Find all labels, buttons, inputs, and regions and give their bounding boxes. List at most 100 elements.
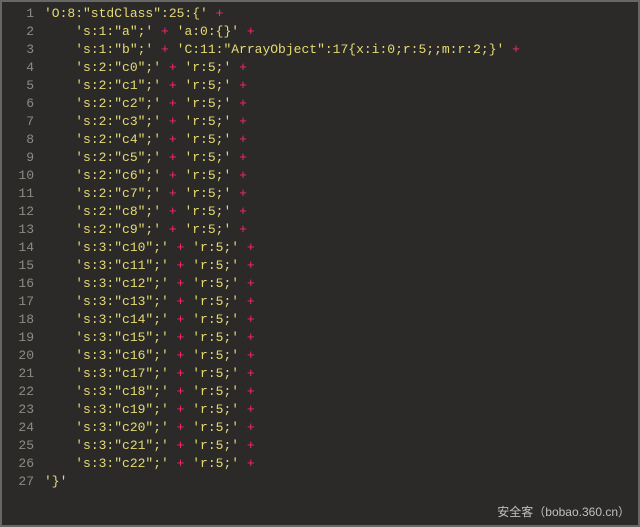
code-content: 's:3:"c22";' + 'r:5;' +	[44, 455, 638, 473]
code-content: 's:2:"c3";' + 'r:5;' +	[44, 113, 638, 131]
concat-operator: +	[169, 258, 192, 273]
code-content: 's:2:"c6";' + 'r:5;' +	[44, 167, 638, 185]
code-line: 12 's:2:"c8";' + 'r:5;' +	[2, 203, 638, 221]
code-line: 27'}'	[2, 473, 638, 491]
concat-operator: +	[239, 420, 262, 435]
string-literal: 'r:5;'	[192, 294, 239, 309]
code-body: 1'O:8:"stdClass":25:{' + 2 's:1:"a";' + …	[2, 5, 638, 491]
concat-operator: +	[169, 240, 192, 255]
string-literal: 'r:5;'	[184, 150, 231, 165]
string-literal: 's:3:"c22";'	[75, 456, 169, 471]
code-content: 's:3:"c20";' + 'r:5;' +	[44, 419, 638, 437]
code-line: 21 's:3:"c17";' + 'r:5;' +	[2, 365, 638, 383]
code-line: 1'O:8:"stdClass":25:{' +	[2, 5, 638, 23]
code-content: 's:3:"c10";' + 'r:5;' +	[44, 239, 638, 257]
string-literal: 'r:5;'	[192, 258, 239, 273]
string-literal: 's:2:"c8";'	[75, 204, 161, 219]
string-literal: 's:3:"c14";'	[75, 312, 169, 327]
concat-operator: +	[169, 294, 192, 309]
concat-operator: +	[239, 240, 262, 255]
string-literal: 's:2:"c6";'	[75, 168, 161, 183]
concat-operator: +	[231, 204, 254, 219]
string-literal: 's:2:"c4";'	[75, 132, 161, 147]
line-number: 7	[2, 113, 44, 131]
string-literal: 's:1:"a";'	[75, 24, 153, 39]
concat-operator: +	[231, 168, 254, 183]
line-number: 24	[2, 419, 44, 437]
line-number: 27	[2, 473, 44, 491]
string-literal: 'a:0:{}'	[177, 24, 239, 39]
line-number: 6	[2, 95, 44, 113]
string-literal: 's:3:"c13";'	[75, 294, 169, 309]
watermark-text: 安全客（bobao.360.cn）	[497, 503, 630, 521]
code-content: 's:3:"c16";' + 'r:5;' +	[44, 347, 638, 365]
code-content: 's:2:"c4";' + 'r:5;' +	[44, 131, 638, 149]
code-content: 's:2:"c7";' + 'r:5;' +	[44, 185, 638, 203]
code-line: 9 's:2:"c5";' + 'r:5;' +	[2, 149, 638, 167]
concat-operator: +	[239, 258, 262, 273]
concat-operator: +	[231, 96, 254, 111]
concat-operator: +	[231, 60, 254, 75]
string-literal: 's:2:"c1";'	[75, 78, 161, 93]
string-literal: 'r:5;'	[184, 96, 231, 111]
code-line: 3 's:1:"b";' + 'C:11:"ArrayObject":17{x:…	[2, 41, 638, 59]
line-number: 22	[2, 383, 44, 401]
concat-operator: +	[161, 60, 184, 75]
string-literal: 's:3:"c19";'	[75, 402, 169, 417]
line-number: 21	[2, 365, 44, 383]
concat-operator: +	[239, 456, 262, 471]
string-literal: 'r:5;'	[192, 384, 239, 399]
code-content: 's:3:"c19";' + 'r:5;' +	[44, 401, 638, 419]
string-literal: 's:1:"b";'	[75, 42, 153, 57]
string-literal: 's:3:"c21";'	[75, 438, 169, 453]
concat-operator: +	[231, 114, 254, 129]
concat-operator: +	[239, 438, 262, 453]
line-number: 13	[2, 221, 44, 239]
concat-operator: +	[153, 24, 176, 39]
code-content: 's:2:"c9";' + 'r:5;' +	[44, 221, 638, 239]
code-line: 18 's:3:"c14";' + 'r:5;' +	[2, 311, 638, 329]
code-line: 7 's:2:"c3";' + 'r:5;' +	[2, 113, 638, 131]
code-line: 15 's:3:"c11";' + 'r:5;' +	[2, 257, 638, 275]
code-line: 6 's:2:"c2";' + 'r:5;' +	[2, 95, 638, 113]
code-line: 2 's:1:"a";' + 'a:0:{}' +	[2, 23, 638, 41]
string-literal: 's:3:"c12";'	[75, 276, 169, 291]
concat-operator: +	[239, 24, 262, 39]
string-literal: 's:2:"c5";'	[75, 150, 161, 165]
string-literal: 'r:5;'	[184, 204, 231, 219]
concat-operator: +	[239, 402, 262, 417]
string-literal: 's:2:"c7";'	[75, 186, 161, 201]
string-literal: '}'	[44, 474, 67, 489]
line-number: 19	[2, 329, 44, 347]
line-number: 10	[2, 167, 44, 185]
string-literal: 's:2:"c3";'	[75, 114, 161, 129]
code-content: 'O:8:"stdClass":25:{' +	[44, 5, 638, 23]
concat-operator: +	[169, 276, 192, 291]
code-content: 's:2:"c5";' + 'r:5;' +	[44, 149, 638, 167]
line-number: 1	[2, 5, 44, 23]
concat-operator: +	[161, 204, 184, 219]
concat-operator: +	[231, 222, 254, 237]
concat-operator: +	[169, 384, 192, 399]
code-line: 25 's:3:"c21";' + 'r:5;' +	[2, 437, 638, 455]
string-literal: 'r:5;'	[192, 438, 239, 453]
line-number: 11	[2, 185, 44, 203]
string-literal: 's:3:"c18";'	[75, 384, 169, 399]
string-literal: 'r:5;'	[184, 222, 231, 237]
line-number: 2	[2, 23, 44, 41]
code-content: '}'	[44, 473, 638, 491]
line-number: 14	[2, 239, 44, 257]
string-literal: 's:2:"c0";'	[75, 60, 161, 75]
concat-operator: +	[161, 132, 184, 147]
code-content: 's:3:"c14";' + 'r:5;' +	[44, 311, 638, 329]
code-content: 's:2:"c1";' + 'r:5;' +	[44, 77, 638, 95]
string-literal: 'r:5;'	[192, 348, 239, 363]
string-literal: 's:2:"c2";'	[75, 96, 161, 111]
concat-operator: +	[153, 42, 176, 57]
code-line: 11 's:2:"c7";' + 'r:5;' +	[2, 185, 638, 203]
code-content: 's:2:"c2";' + 'r:5;' +	[44, 95, 638, 113]
concat-operator: +	[169, 420, 192, 435]
string-literal: 'r:5;'	[184, 168, 231, 183]
string-literal: 's:3:"c10";'	[75, 240, 169, 255]
string-literal: 's:3:"c11";'	[75, 258, 169, 273]
